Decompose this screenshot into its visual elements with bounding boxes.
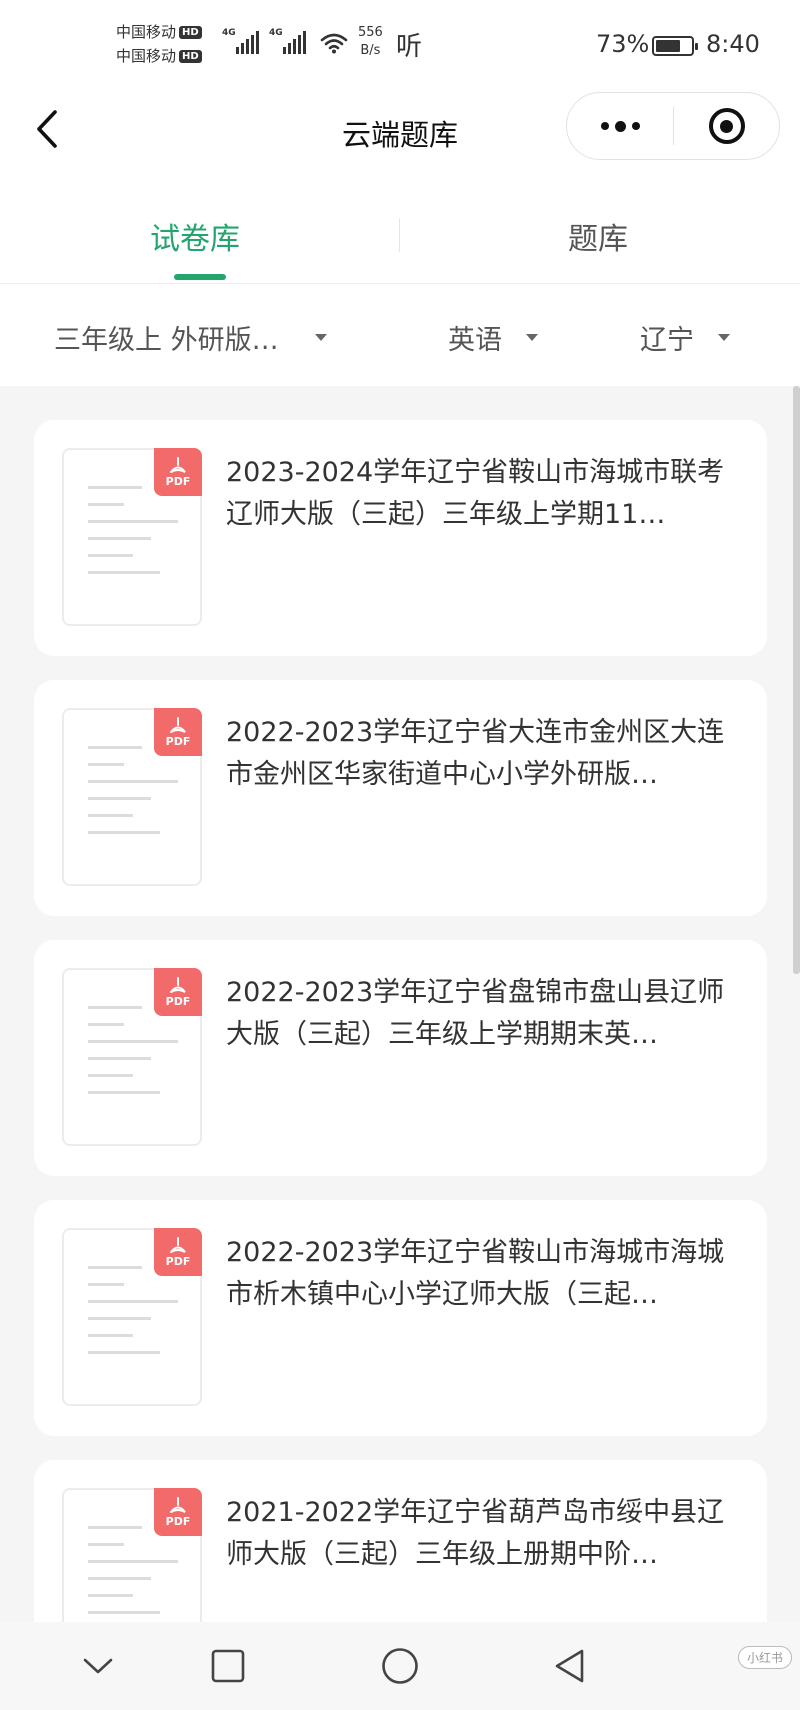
subject-filter-label: 英语: [448, 325, 502, 356]
more-dot-icon: [600, 122, 609, 130]
hd-badge-2: HD: [179, 49, 202, 63]
close-mini-program-button[interactable]: [674, 93, 779, 159]
grade-filter-label: 三年级上 外研版…: [54, 325, 279, 356]
active-tab-indicator: [174, 274, 226, 280]
acrobat-icon: [170, 716, 186, 733]
home-button[interactable]: [378, 1644, 422, 1688]
acrobat-icon: [170, 1496, 186, 1513]
grade-filter-dropdown[interactable]: 三年级上 外研版…: [54, 318, 327, 357]
recent-apps-button[interactable]: [206, 1644, 250, 1688]
system-back-button[interactable]: [548, 1644, 592, 1688]
caret-down-icon: [526, 334, 538, 341]
pdf-badge-label: PDF: [165, 474, 191, 488]
network-type-1: 4G: [222, 28, 236, 38]
collapse-button[interactable]: [76, 1644, 120, 1688]
caret-down-icon: [314, 334, 327, 341]
pdf-document-icon: PDF: [62, 1488, 202, 1622]
watermark: 小红书: [737, 1646, 792, 1669]
pdf-badge: PDF: [154, 448, 202, 496]
xiaohongshu-badge: 小红书: [737, 1646, 792, 1669]
signal-indicators: 4G 4G: [222, 28, 348, 54]
filter-bar: 三年级上 外研版… 英语 辽宁: [0, 284, 800, 386]
pdf-badge-label: PDF: [165, 1514, 191, 1528]
tab-paper-library[interactable]: 试卷库: [150, 214, 240, 258]
paper-title: 2022-2023学年辽宁省鞍山市海城市海城市析木镇中心小学辽师大版（三起…: [226, 1237, 725, 1310]
subject-filter-dropdown[interactable]: 英语: [448, 318, 538, 357]
paper-card[interactable]: PDF 2023-2024学年辽宁省鞍山市海城市联考辽师大版（三起）三年级上学期…: [34, 420, 767, 656]
battery-percentage: 73%: [596, 30, 650, 58]
target-close-icon: [708, 108, 745, 144]
paper-title: 2023-2024学年辽宁省鞍山市海城市联考辽师大版（三起）三年级上学期11…: [226, 457, 725, 530]
acrobat-icon: [170, 456, 186, 473]
hd-badge-1: HD: [179, 25, 202, 39]
pdf-badge-label: PDF: [165, 734, 191, 748]
pdf-badge: PDF: [154, 968, 202, 1016]
battery-level-fill: [656, 40, 680, 52]
acrobat-icon: [170, 976, 186, 993]
pdf-document-icon: PDF: [62, 448, 202, 626]
more-options-button[interactable]: [567, 93, 673, 159]
paper-card[interactable]: PDF 2022-2023学年辽宁省盘锦市盘山县辽师大版（三起）三年级上学期期末…: [34, 940, 767, 1176]
pdf-badge-label: PDF: [165, 994, 191, 1008]
paper-list[interactable]: PDF 2023-2024学年辽宁省鞍山市海城市联考辽师大版（三起）三年级上学期…: [0, 386, 800, 1622]
paper-title: 2022-2023学年辽宁省大连市金州区大连市金州区华家街道中心小学外研版…: [226, 717, 725, 790]
chevron-down-icon: [83, 1658, 113, 1674]
navigation-bar: 云端题库: [0, 88, 800, 178]
network-speed-unit: B/s: [360, 43, 381, 58]
paper-title: 2022-2023学年辽宁省盘锦市盘山县辽师大版（三起）三年级上学期期末英…: [226, 977, 725, 1050]
network-type-2: 4G: [269, 28, 283, 38]
signal-strength-icon: 4G: [222, 28, 259, 54]
battery-icon: [652, 36, 698, 56]
system-navigation-bar: 小红书: [0, 1622, 800, 1710]
acrobat-icon: [170, 1236, 186, 1253]
paper-card[interactable]: PDF 2021-2022学年辽宁省葫芦岛市绥中县辽师大版（三起）三年级上册期中…: [34, 1460, 767, 1622]
triangle-back-icon: [555, 1649, 584, 1683]
paper-card[interactable]: PDF 2022-2023学年辽宁省大连市金州区大连市金州区华家街道中心小学外研…: [34, 680, 767, 916]
network-speed: 556 B/s: [358, 24, 383, 60]
network-speed-value: 556: [358, 25, 383, 40]
pdf-badge-label: PDF: [165, 1254, 191, 1268]
pdf-document-icon: PDF: [62, 708, 202, 886]
pdf-badge: PDF: [154, 1228, 202, 1276]
more-dot-icon: [614, 120, 626, 132]
carrier-name-1: 中国移动: [116, 23, 177, 41]
carrier-info: 中国移动 HD 中国移动 HD: [116, 20, 202, 68]
scrollbar[interactable]: [793, 386, 800, 974]
listen-indicator: 听: [396, 32, 423, 62]
paper-title: 2021-2022学年辽宁省葫芦岛市绥中县辽师大版（三起）三年级上册期中阶…: [226, 1497, 725, 1570]
pdf-document-icon: PDF: [62, 968, 202, 1146]
status-time: 8:40: [706, 30, 760, 58]
square-icon: [211, 1649, 245, 1683]
region-filter-label: 辽宁: [640, 325, 694, 356]
mini-program-capsule: [566, 92, 780, 160]
tab-bar: 试卷库 题库: [0, 178, 800, 284]
caret-down-icon: [718, 334, 730, 341]
pdf-badge: PDF: [154, 708, 202, 756]
more-dot-icon: [631, 122, 640, 130]
tab-divider: [399, 218, 400, 252]
region-filter-dropdown[interactable]: 辽宁: [640, 318, 730, 357]
paper-card[interactable]: PDF 2022-2023学年辽宁省鞍山市海城市海城市析木镇中心小学辽师大版（三…: [34, 1200, 767, 1436]
wifi-icon: [320, 33, 348, 54]
status-bar: 中国移动 HD 中国移动 HD 4G 4G 556 B/s 听 73% 8:40: [0, 0, 800, 88]
tab-question-bank[interactable]: 题库: [568, 214, 628, 258]
carrier-name-2: 中国移动: [116, 47, 177, 65]
circle-icon: [382, 1648, 418, 1684]
signal-strength-icon: 4G: [269, 28, 306, 54]
pdf-document-icon: PDF: [62, 1228, 202, 1406]
pdf-badge: PDF: [154, 1488, 202, 1536]
